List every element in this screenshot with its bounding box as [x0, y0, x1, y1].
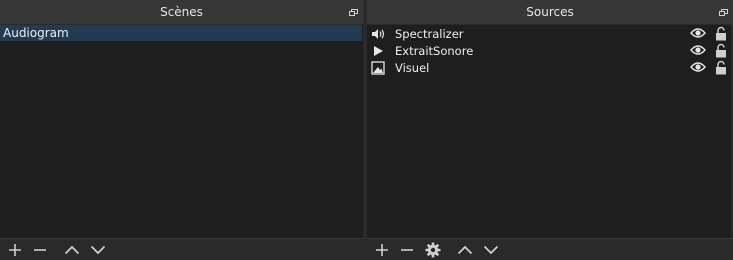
visibility-eye-icon[interactable] [690, 44, 706, 56]
scenes-toolbar [0, 238, 363, 260]
unlock-icon[interactable] [715, 43, 727, 58]
visibility-eye-icon[interactable] [690, 27, 706, 39]
source-properties-button[interactable] [424, 242, 442, 258]
chevron-down-icon [90, 245, 106, 255]
sources-toolbar [367, 238, 733, 260]
plus-icon [376, 244, 388, 256]
undock-icon[interactable] [349, 9, 358, 16]
source-label: Spectralizer [395, 26, 464, 41]
play-icon [371, 44, 385, 58]
move-scene-up-button[interactable] [63, 242, 81, 258]
move-source-up-button[interactable] [456, 242, 474, 258]
sources-list[interactable]: Spectralizer ExtraitSonore Visuel [367, 24, 733, 239]
unlock-icon[interactable] [715, 60, 727, 75]
source-item-spectralizer[interactable]: Spectralizer [367, 25, 733, 42]
move-scene-down-button[interactable] [89, 242, 107, 258]
scenes-dock: Scènes Audiogram [0, 0, 363, 260]
move-source-down-button[interactable] [482, 242, 500, 258]
undock-icon[interactable] [719, 9, 728, 16]
chevron-up-icon [64, 245, 80, 255]
plus-icon [9, 244, 21, 256]
sources-dock: Sources Spectralizer ExtraitSonore Visue… [367, 0, 733, 260]
source-item-visuel[interactable]: Visuel [367, 59, 733, 76]
chevron-down-icon [483, 245, 499, 255]
add-scene-button[interactable] [6, 242, 24, 258]
scenes-header: Scènes [0, 0, 363, 25]
minus-icon [34, 249, 46, 251]
visibility-eye-icon[interactable] [690, 61, 706, 73]
scene-item-label: Audiogram [3, 26, 69, 40]
scenes-title: Scènes [160, 5, 203, 19]
source-label: ExtraitSonore [395, 43, 474, 58]
remove-scene-button[interactable] [31, 242, 49, 258]
minus-icon [401, 249, 413, 251]
source-item-extraitsonore[interactable]: ExtraitSonore [367, 42, 733, 59]
image-icon [371, 60, 385, 75]
remove-source-button[interactable] [398, 242, 416, 258]
gear-icon [425, 242, 441, 258]
source-label: Visuel [395, 60, 430, 75]
chevron-up-icon [457, 245, 473, 255]
scenes-list[interactable]: Audiogram [0, 24, 363, 239]
unlock-icon[interactable] [715, 26, 727, 41]
add-source-button[interactable] [373, 242, 391, 258]
scene-item-audiogram[interactable]: Audiogram [0, 25, 362, 41]
sources-title: Sources [526, 5, 574, 19]
sources-header: Sources [367, 0, 733, 25]
speaker-icon [371, 27, 385, 41]
